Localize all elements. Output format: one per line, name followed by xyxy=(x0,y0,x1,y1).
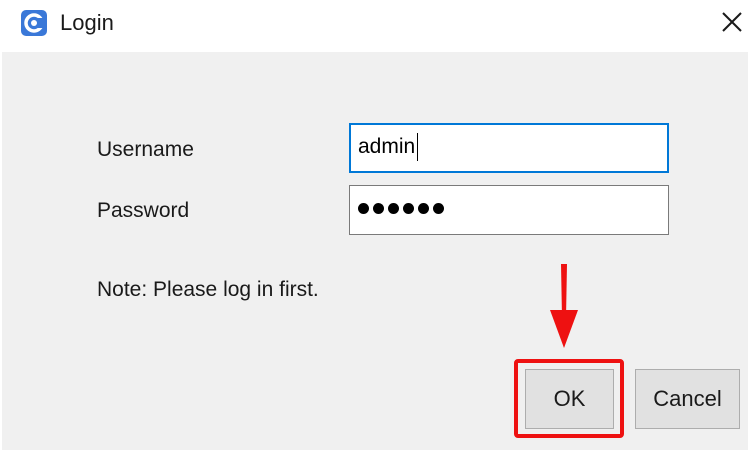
password-dot xyxy=(433,203,444,215)
password-field[interactable] xyxy=(349,185,669,235)
password-mask xyxy=(358,197,448,219)
password-dot xyxy=(358,203,369,215)
password-dot xyxy=(418,203,429,215)
username-value: admin xyxy=(358,135,416,158)
close-icon xyxy=(722,12,742,32)
password-dot xyxy=(388,203,399,215)
username-field[interactable]: admin xyxy=(349,123,669,173)
cancel-button[interactable]: Cancel xyxy=(635,369,740,429)
password-dot xyxy=(403,203,414,215)
close-button[interactable] xyxy=(716,6,748,38)
text-caret xyxy=(417,133,419,162)
title-bar: Login xyxy=(0,0,752,46)
ok-button[interactable]: OK xyxy=(525,369,614,429)
note-text: Note: Please log in first. xyxy=(97,278,319,301)
dialog-body: Username admin Password Note: Please log… xyxy=(2,52,748,450)
arrow-down-icon xyxy=(550,264,578,348)
username-label: Username xyxy=(97,138,194,161)
app-logo-icon xyxy=(20,9,48,37)
password-label: Password xyxy=(97,199,190,222)
password-dot xyxy=(373,203,384,215)
window-title: Login xyxy=(60,10,114,35)
